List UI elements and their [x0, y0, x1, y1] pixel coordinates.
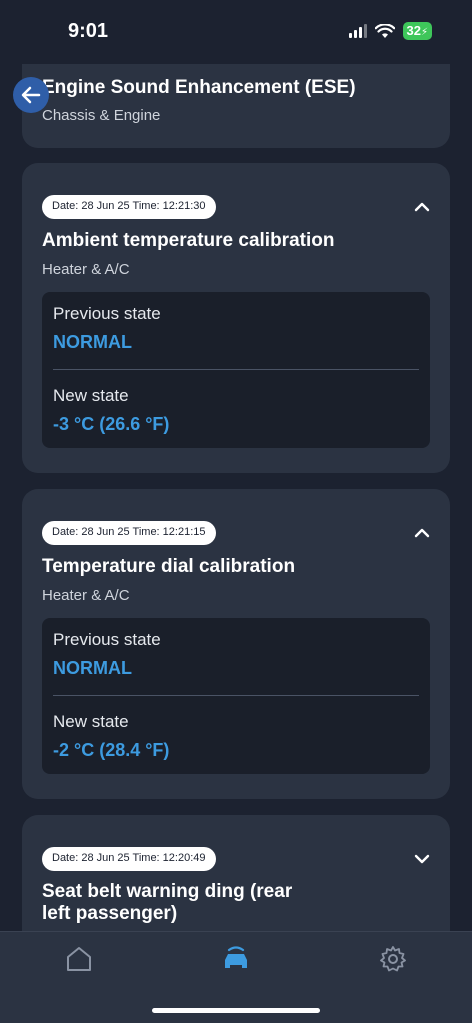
gear-icon[interactable] [378, 944, 408, 974]
event-title: Ambient temperature calibration [42, 230, 335, 251]
status-time: 9:01 [68, 20, 109, 42]
chevron-up-icon[interactable] [414, 199, 430, 215]
event-card-previous[interactable]: Engine Sound Enhancement (ESE) Chassis &… [22, 64, 450, 148]
state-change-box: Previous state NORMAL New state -3 °C (2… [42, 292, 430, 448]
event-category: Heater & A/C [42, 261, 130, 278]
date-badge: Date: 28 Jun 25 Time: 12:20:49 [42, 847, 216, 871]
chevron-up-icon[interactable] [414, 525, 430, 541]
event-title: Engine Sound Enhancement (ESE) [42, 77, 356, 98]
event-category: Heater & A/C [42, 587, 130, 604]
previous-state-label: Previous state [53, 630, 161, 649]
battery-indicator: 32⚡ [402, 22, 432, 40]
event-title-line: left passenger) [42, 903, 178, 924]
home-indicator[interactable] [152, 1008, 320, 1013]
battery-level: 32 [406, 23, 421, 38]
event-title-line: Seat belt warning ding (rear [42, 881, 293, 902]
event-card[interactable]: Date: 28 Jun 25 Time: 12:21:30 Ambient t… [22, 163, 450, 473]
new-state-value: -2 °C (28.4 °F) [53, 740, 170, 760]
status-icons: 32⚡ [348, 22, 432, 40]
date-badge: Date: 28 Jun 25 Time: 12:21:15 [42, 521, 216, 545]
chevron-down-icon[interactable] [414, 851, 430, 867]
event-category: Chassis & Engine [42, 107, 161, 124]
status-bar: 9:01 32⚡ [0, 0, 472, 64]
event-title: Seat belt warning ding (rear left passen… [42, 881, 430, 925]
event-list[interactable]: Engine Sound Enhancement (ESE) Chassis &… [0, 64, 472, 931]
car-icon[interactable] [220, 944, 252, 974]
divider [53, 695, 419, 696]
state-change-box: Previous state NORMAL New state -2 °C (2… [42, 618, 430, 774]
cellular-signal-icon [348, 24, 367, 38]
new-state-value: -3 °C (26.6 °F) [53, 414, 170, 434]
home-icon[interactable] [64, 944, 94, 974]
previous-state-label: Previous state [53, 304, 161, 323]
date-badge: Date: 28 Jun 25 Time: 12:21:30 [42, 195, 216, 219]
arrow-left-icon [21, 86, 41, 104]
previous-state-value: NORMAL [53, 658, 132, 678]
new-state-label: New state [53, 712, 129, 731]
back-button[interactable] [13, 77, 49, 113]
divider [53, 369, 419, 370]
event-title: Temperature dial calibration [42, 556, 296, 577]
previous-state-value: NORMAL [53, 332, 132, 352]
event-card[interactable]: Date: 28 Jun 25 Time: 12:21:15 Temperatu… [22, 489, 450, 799]
new-state-label: New state [53, 386, 129, 405]
wifi-icon [374, 23, 395, 38]
event-card[interactable]: Date: 28 Jun 25 Time: 12:20:49 Seat belt… [22, 815, 450, 931]
charging-bolt-icon: ⚡ [420, 27, 428, 38]
